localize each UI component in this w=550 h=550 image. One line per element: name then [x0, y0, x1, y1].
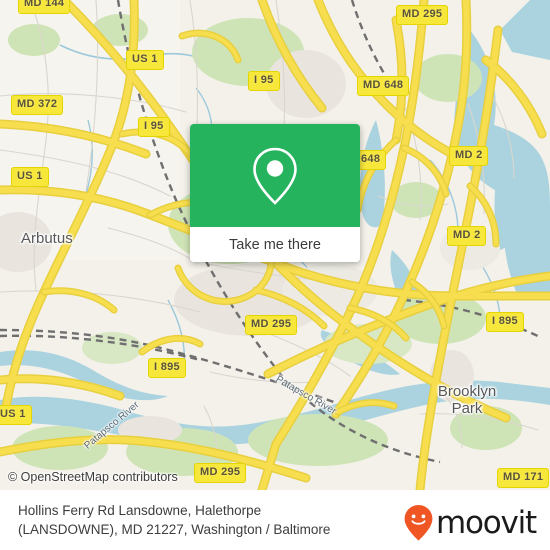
moovit-pin-smiley-icon	[404, 505, 433, 541]
moovit-wordmark: moovit	[435, 505, 537, 541]
address-line-1: Hollins Ferry Rd Lansdowne, Halethorpe	[18, 503, 262, 518]
road-shield: I 95	[138, 117, 170, 137]
road-shield: I 895	[486, 312, 524, 332]
road-shield: MD 295	[396, 5, 449, 25]
road-shield: MD 372	[11, 95, 64, 115]
road-shield: I 95	[248, 71, 280, 91]
take-me-there-button[interactable]: Take me there	[190, 227, 360, 262]
road-shield: MD 648	[357, 76, 410, 96]
place-label: Arbutus	[21, 230, 73, 247]
card-icon-area	[190, 124, 360, 227]
place-label: Brooklyn Park	[437, 383, 497, 417]
osm-attribution: © OpenStreetMap contributors	[8, 470, 178, 484]
road-shield: MD 171	[497, 468, 550, 488]
road-shield: MD 295	[194, 463, 247, 483]
road-shield: MD 2	[449, 146, 489, 166]
page-footer: Hollins Ferry Rd Lansdowne, Halethorpe (…	[0, 490, 550, 550]
screenshot-root: .lu-green{fill:#cfe4b6;} .lu-green2{fill…	[0, 0, 550, 550]
map-viewport[interactable]: .lu-green{fill:#cfe4b6;} .lu-green2{fill…	[0, 0, 550, 490]
moovit-brand: moovit	[403, 504, 537, 542]
address-block: Hollins Ferry Rd Lansdowne, Halethorpe (…	[18, 501, 398, 539]
road-shield: US 1	[11, 167, 49, 187]
address-line-2: (LANSDOWNE), MD 21227, Washington / Balt…	[18, 522, 331, 537]
road-shield: MD 144	[18, 0, 71, 14]
destination-card[interactable]: Take me there	[190, 124, 360, 262]
road-shield: I 895	[148, 358, 186, 378]
road-shield: US 1	[0, 405, 32, 425]
road-shield: MD 295	[245, 315, 298, 335]
road-shield: MD 2	[447, 226, 487, 246]
map-pin-icon	[253, 147, 297, 205]
road-shield: US 1	[126, 50, 164, 70]
